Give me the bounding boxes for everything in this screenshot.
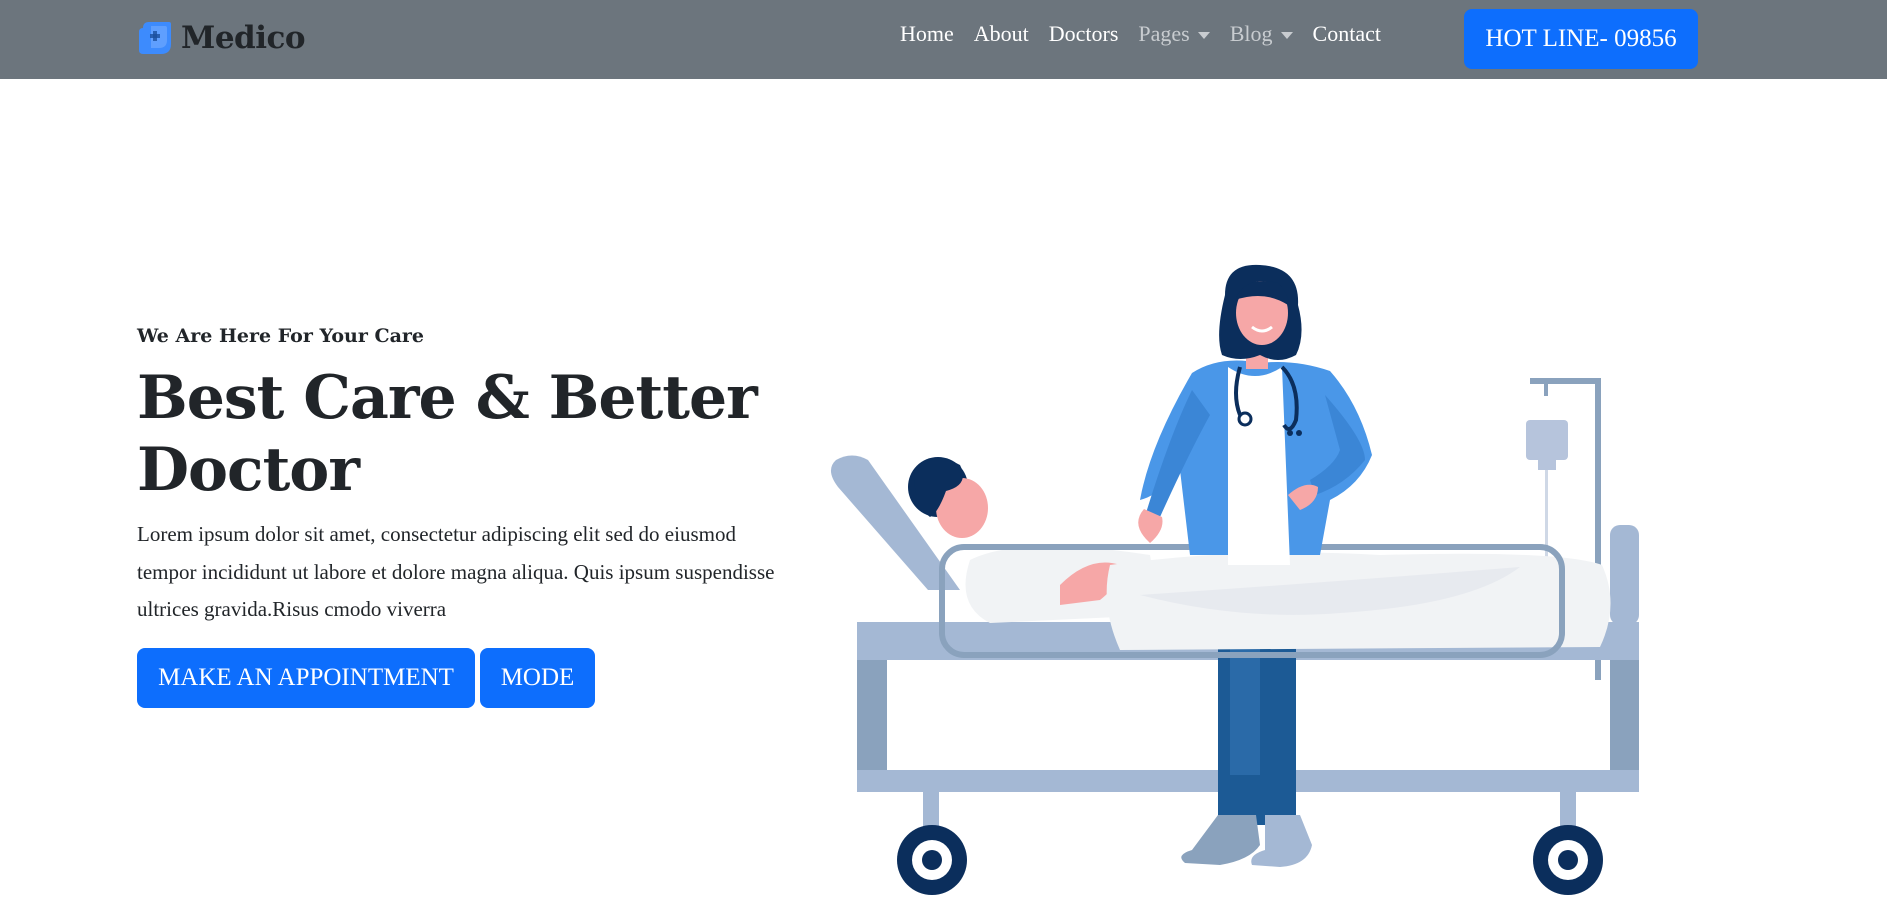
hero-headline: Best Care & Better Doctor [137,363,758,505]
hero-description: Lorem ipsum dolor sit amet, consectetur … [137,522,775,621]
nav-item-label: Doctors [1048,21,1119,46]
caret-down-icon [1197,31,1210,39]
nav-item-blog-dropdown[interactable]: Blog [1230,21,1293,47]
nav-item-pages-dropdown[interactable]: Pages [1138,21,1210,47]
mode-button[interactable]: MODE [480,648,595,708]
hotline-button[interactable]: HOT LINE- 09856 [1464,9,1698,69]
brand[interactable]: Medico [137,16,306,60]
nav-item-about[interactable]: About [974,21,1029,47]
nav-item-home[interactable]: Home [900,21,954,47]
hero-kicker: We Are Here For Your Care [137,325,425,347]
bed-blanket [1106,552,1611,650]
doctor-patient-illustration [830,264,1639,895]
brand-name: Medico [181,20,306,56]
nav-item-doctors[interactable]: Doctors [1049,21,1119,47]
navbar: Medico Home About Doctors Pages Blog Con… [0,0,1887,79]
nav-item-label: Contact [1312,21,1381,46]
caret-down-icon [1280,31,1293,39]
nav-item-label: Blog [1229,21,1273,46]
nav-item-label: Home [900,21,954,46]
nav-item-contact[interactable]: Contact [1313,21,1381,47]
doctor [1138,264,1372,565]
nav-item-label: About [973,21,1029,46]
medical-cross-logo-icon [139,22,171,54]
main-nav: Home About Doctors Pages Blog Contact [900,18,1401,50]
nav-item-label: Pages [1138,21,1190,46]
make-appointment-button[interactable]: MAKE AN APPOINTMENT [137,648,475,708]
